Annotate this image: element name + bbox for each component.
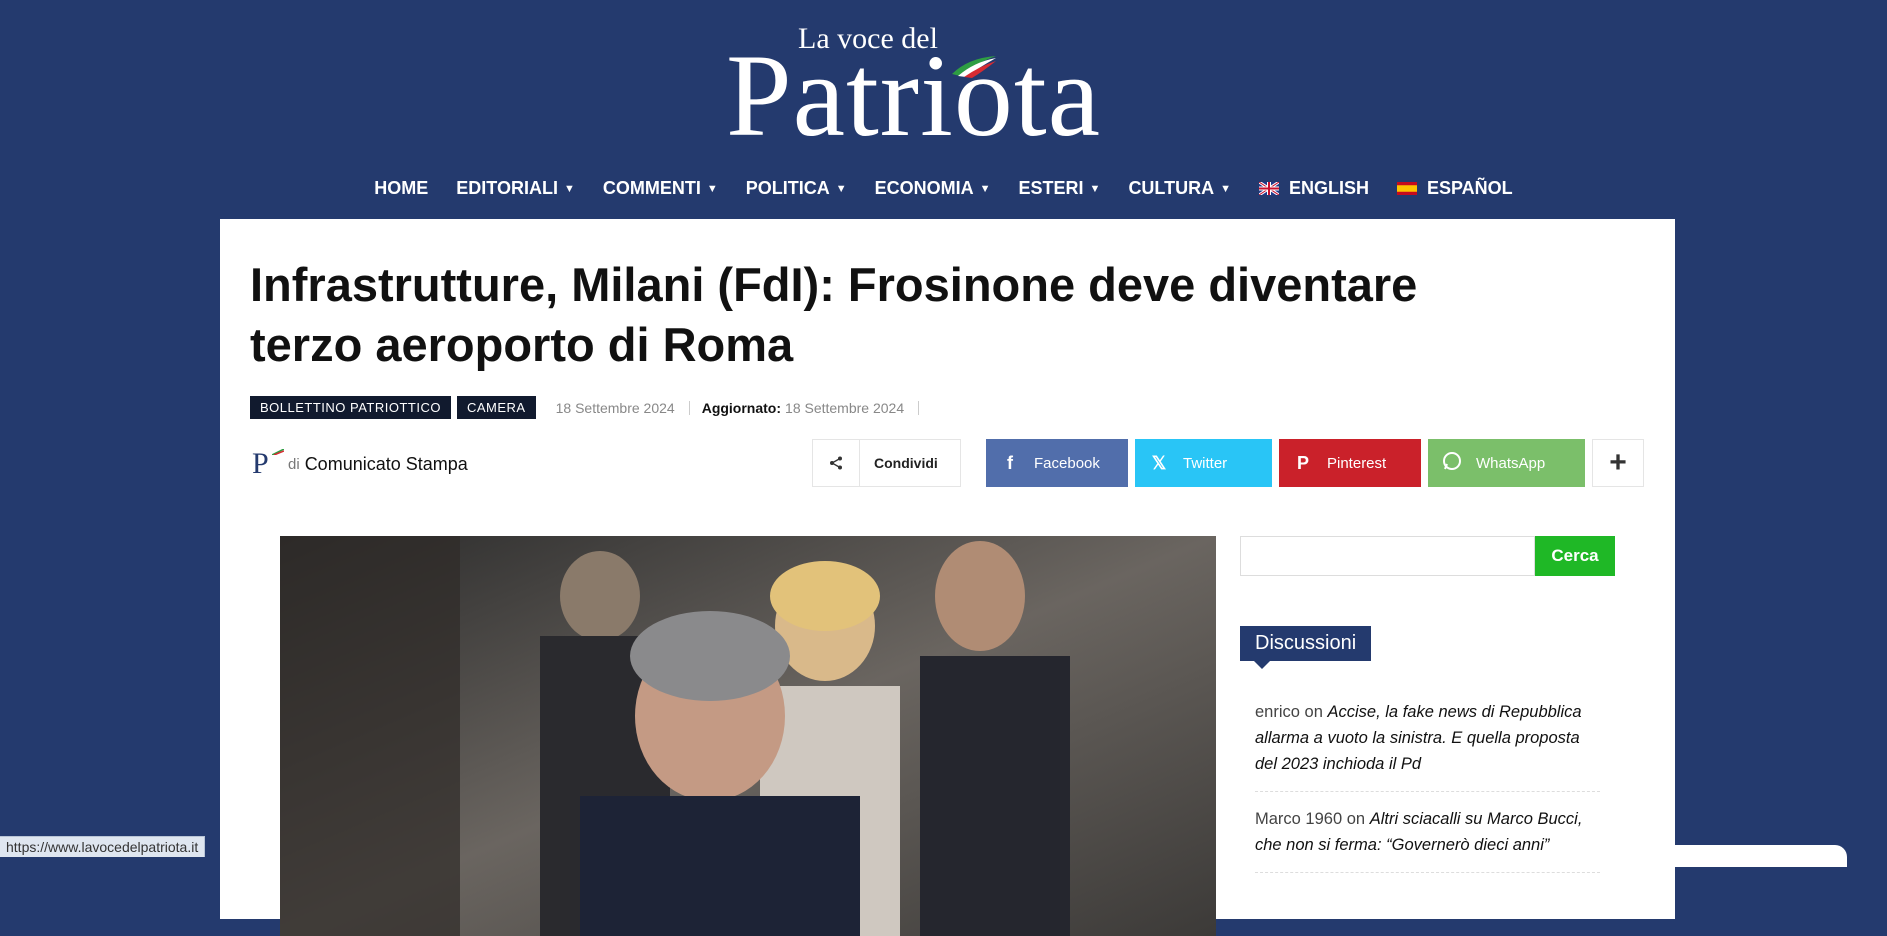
facebook-share-button[interactable]: f Facebook — [986, 439, 1128, 487]
tag-bollettino-patriottico[interactable]: BOLLETTINO PATRIOTTICO — [250, 396, 451, 419]
spain-flag-icon — [1397, 182, 1417, 195]
chevron-down-icon: ▼ — [835, 182, 847, 195]
nav-label: COMMENTI — [602, 178, 701, 198]
article-photo-image — [280, 536, 1216, 936]
whatsapp-share-button[interactable]: WhatsApp — [1428, 439, 1585, 487]
sidebar-search: Cerca — [1240, 536, 1615, 576]
nav-item-esteri[interactable]: ESTERI ▼ — [1005, 168, 1115, 209]
chevron-down-icon: ▼ — [979, 182, 991, 195]
search-button[interactable]: Cerca — [1535, 536, 1615, 576]
updated-label: Aggiornato: — [701, 399, 782, 416]
browser-status-url: https://www.lavocedelpatriota.it — [0, 836, 206, 857]
share-label: Condividi — [874, 455, 938, 471]
chevron-down-icon: ▼ — [1089, 182, 1101, 195]
nav-item-espanol[interactable]: ESPAÑOL — [1383, 168, 1527, 209]
nav-label: EDITORIALI — [456, 178, 558, 198]
whatsapp-label: WhatsApp — [1476, 454, 1546, 472]
nav-label: HOME — [374, 178, 429, 198]
article-photo — [280, 536, 1216, 936]
discussions-heading: Discussioni — [1240, 626, 1372, 669]
x-twitter-icon: 𝕏 — [1151, 452, 1167, 473]
updated-date: 18 Settembre 2024 — [785, 399, 905, 416]
share-icon — [813, 440, 860, 486]
pinterest-icon: P — [1296, 452, 1309, 473]
main-nav: HOME EDITORIALI ▼ COMMENTI ▼ POLITICA ▼ ECO… — [0, 168, 1887, 209]
nav-item-economia[interactable]: ECONOMIA ▼ — [861, 168, 1005, 209]
nav-item-cultura[interactable]: CULTURA ▼ — [1114, 168, 1245, 209]
author-prefix: di — [288, 455, 300, 473]
twitter-share-button[interactable]: 𝕏 Twitter — [1135, 439, 1272, 487]
share-button[interactable]: Condividi — [812, 439, 961, 487]
nav-item-politica[interactable]: POLITICA ▼ — [732, 168, 861, 209]
chevron-down-icon: ▼ — [563, 182, 575, 195]
whatsapp-icon — [1428, 451, 1476, 476]
author-byline: P di Comunicato Stampa — [252, 447, 468, 481]
nav-item-home[interactable]: HOME — [360, 168, 442, 209]
chevron-down-icon: ▼ — [706, 182, 718, 195]
nav-label: ECONOMIA — [874, 178, 974, 198]
article-card: Infrastrutture, Milani (FdI): Frosinone … — [220, 219, 1675, 936]
italian-flag-swoosh-icon — [272, 449, 284, 455]
article-title: Infrastrutture, Milani (FdI): Frosinone … — [250, 258, 1418, 371]
pinterest-share-button[interactable]: P Pinterest — [1279, 439, 1421, 487]
list-item: enrico on Accise, la fake news di Repubb… — [1255, 699, 1600, 792]
tag-camera[interactable]: CAMERA — [456, 396, 536, 419]
facebook-label: Facebook — [1034, 454, 1100, 472]
nav-label: ESTERI — [1018, 178, 1084, 198]
meta-divider — [918, 400, 920, 415]
nav-label: CULTURA — [1128, 178, 1215, 198]
meta-divider — [688, 400, 690, 415]
search-input[interactable] — [1240, 536, 1535, 576]
pinterest-label: Pinterest — [1327, 454, 1387, 472]
twitter-label: Twitter — [1183, 454, 1228, 472]
publish-date: 18 Settembre 2024 — [555, 399, 675, 416]
plus-icon: + — [1609, 446, 1627, 479]
author-avatar[interactable]: P — [252, 447, 284, 481]
logo-big-text: Patriota — [726, 30, 1102, 161]
comment-author: enrico — [1255, 703, 1300, 721]
facebook-icon: f — [1007, 452, 1013, 473]
comment-on: on — [1304, 703, 1323, 721]
nav-item-editoriali[interactable]: EDITORIALI ▼ — [442, 168, 589, 209]
article-meta: BOLLETTINO PATRIOTTICO CAMERA 18 Settemb… — [250, 396, 920, 419]
floating-widget[interactable] — [1657, 845, 1847, 867]
nav-label: POLITICA — [745, 178, 830, 198]
share-bar: Condividi f Facebook 𝕏 Twitter P Pintere… — [812, 439, 1644, 487]
nav-label: ENGLISH — [1288, 178, 1369, 198]
discussions-list: enrico on Accise, la fake news di Repubb… — [1255, 699, 1600, 887]
author-name[interactable]: Comunicato Stampa — [305, 454, 468, 475]
more-share-button[interactable]: + — [1592, 439, 1644, 487]
list-item: Marco 1960 on Altri sciacalli su Marco B… — [1255, 806, 1600, 873]
chevron-down-icon: ▼ — [1220, 182, 1231, 195]
uk-flag-icon — [1258, 182, 1279, 195]
comment-on: on — [1346, 810, 1366, 828]
nav-item-commenti[interactable]: COMMENTI ▼ — [589, 168, 732, 209]
nav-item-english[interactable]: ENGLISH — [1245, 168, 1383, 209]
nav-label: ESPAÑOL — [1427, 178, 1513, 198]
comment-author: Marco 1960 — [1255, 810, 1343, 828]
